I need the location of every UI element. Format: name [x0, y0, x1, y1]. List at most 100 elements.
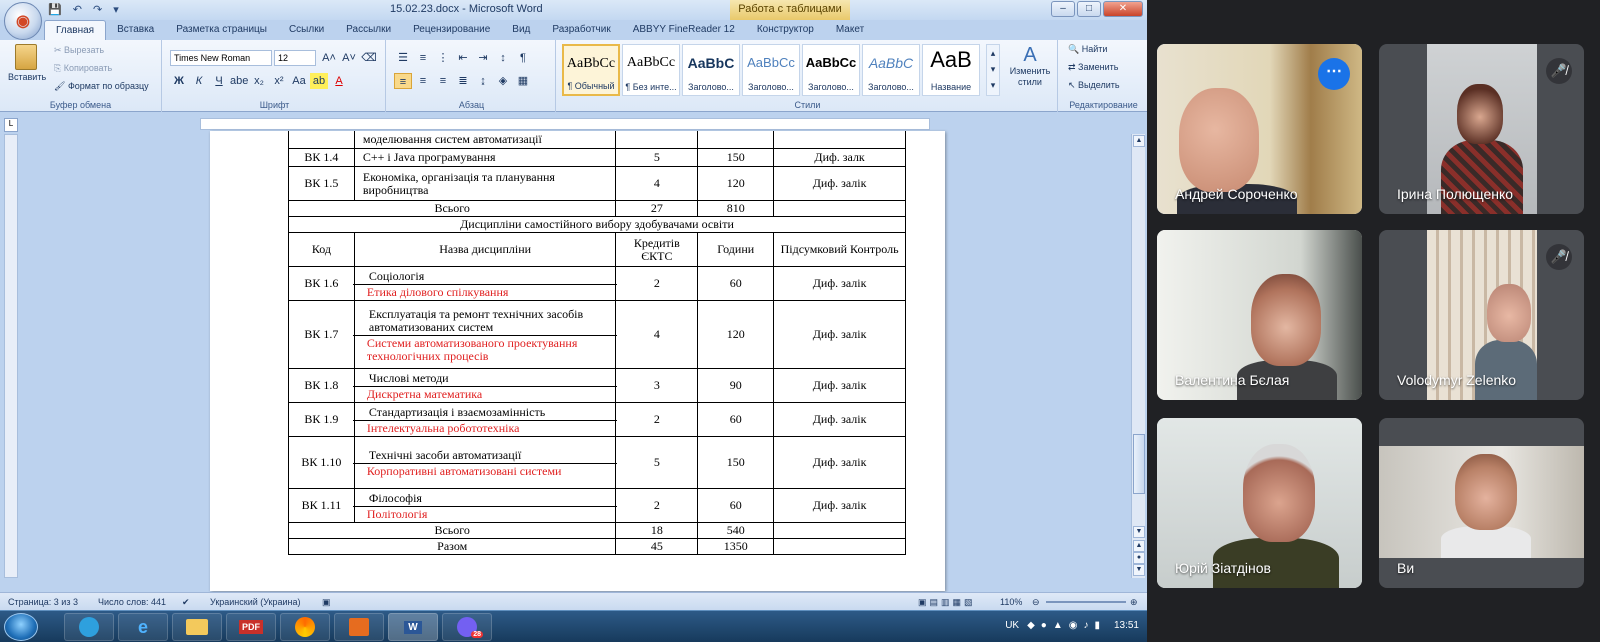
tab-abbyy[interactable]: ABBYY FineReader 12 — [622, 20, 746, 40]
close-button[interactable]: ✕ — [1103, 1, 1143, 17]
zoom-slider[interactable] — [1046, 601, 1126, 603]
participant-tile[interactable]: 🎤̸ Volodymyr Zelenko — [1379, 230, 1584, 400]
tab-home[interactable]: Главная — [44, 20, 107, 40]
taskbar-app-pdf[interactable]: PDF — [226, 613, 276, 641]
clear-format-icon[interactable]: ⌫ — [360, 50, 378, 66]
select-button[interactable]: ↖ Выделить — [1068, 80, 1120, 91]
quick-access-toolbar[interactable]: 💾 ↶ ↷ ▾ — [48, 3, 123, 16]
clock[interactable]: 13:51 — [1114, 620, 1139, 631]
taskbar-app-skype[interactable] — [64, 613, 114, 641]
find-button[interactable]: 🔍 Найти — [1068, 44, 1107, 55]
taskbar-app-explorer[interactable] — [172, 613, 222, 641]
word-count[interactable]: Число слов: 441 — [98, 597, 166, 607]
copy-button[interactable]: ⎘ Копировать — [54, 63, 112, 74]
font-name-combo[interactable]: Times New Roman — [170, 50, 272, 66]
change-styles-button[interactable]: A Изменить стили — [1006, 44, 1054, 88]
borders-icon[interactable]: ▦ — [514, 73, 532, 89]
bold-icon[interactable]: Ж — [170, 73, 188, 89]
cut-button[interactable]: ✂ Вырезать — [54, 45, 104, 56]
browse-object-icon[interactable]: ● — [1133, 552, 1145, 564]
vertical-ruler[interactable] — [4, 134, 18, 578]
shrink-font-icon[interactable]: A˅ — [340, 50, 358, 66]
macro-icon[interactable]: ▣ — [322, 597, 331, 608]
sort-icon[interactable]: ↕ — [494, 50, 512, 66]
zoom-out-icon[interactable]: ⊖ — [1032, 597, 1040, 608]
scroll-up-icon[interactable]: ▲ — [1133, 135, 1145, 147]
grow-font-icon[interactable]: A˄ — [320, 50, 338, 66]
participant-tile[interactable]: Валентина Бєлая — [1157, 230, 1362, 400]
tray-icons[interactable]: ◆●▲◉♪▮ — [1027, 620, 1106, 631]
input-language[interactable]: UK — [1005, 620, 1019, 631]
office-button[interactable]: ◉ — [4, 2, 42, 40]
style-heading-2[interactable]: AaBbCc Заголово... — [742, 44, 800, 96]
pilcrow-icon[interactable]: ¶ — [514, 50, 532, 66]
document-page[interactable]: моделювання систем автоматизації ВК 1.4 … — [210, 131, 945, 591]
subscript-icon[interactable]: x₂ — [250, 73, 268, 89]
minimize-button[interactable]: – — [1051, 1, 1075, 17]
styles-scroll-icon[interactable]: ▴ ▾ ▾ — [986, 44, 1000, 96]
underline-icon[interactable]: Ч — [210, 73, 228, 89]
maximize-button[interactable]: □ — [1077, 1, 1101, 17]
highlight-icon[interactable]: ab — [310, 73, 328, 89]
style-heading-1[interactable]: AaBbC Заголово... — [682, 44, 740, 96]
zoom-level[interactable]: 110% — [1000, 597, 1022, 607]
decrease-indent-icon[interactable]: ⇤ — [454, 50, 472, 66]
tab-stop-selector[interactable]: L — [4, 118, 18, 132]
page-count[interactable]: Страница: 3 из 3 — [8, 597, 78, 607]
replace-button[interactable]: ⇄ Заменить — [1068, 62, 1119, 73]
font-size-combo[interactable]: 12 — [274, 50, 316, 66]
more-options-icon[interactable]: ⋯ — [1318, 58, 1350, 90]
increase-indent-icon[interactable]: ⇥ — [474, 50, 492, 66]
paste-button[interactable]: Вставить — [8, 44, 46, 82]
style-normal[interactable]: AaBbCc ¶ Обычный — [562, 44, 620, 96]
format-painter-button[interactable]: 🖌 Формат по образцу — [54, 81, 149, 92]
taskbar-app-word[interactable]: W — [388, 613, 438, 641]
numbering-icon[interactable]: ≡ — [414, 50, 432, 66]
prev-page-icon[interactable]: ▲ — [1133, 540, 1145, 552]
view-buttons[interactable]: ▣▤▥▦▧ — [918, 597, 976, 608]
align-center-icon[interactable]: ≡ — [414, 73, 432, 89]
scroll-thumb[interactable] — [1133, 434, 1145, 494]
tab-review[interactable]: Рецензирование — [402, 20, 501, 40]
italic-icon[interactable]: К — [190, 73, 208, 89]
tab-references[interactable]: Ссылки — [278, 20, 335, 40]
line-spacing-icon[interactable]: ↨ — [474, 73, 492, 89]
font-color-icon[interactable]: A — [330, 73, 348, 89]
participant-tile[interactable]: Ви — [1379, 418, 1584, 588]
justify-icon[interactable]: ≣ — [454, 73, 472, 89]
tab-design[interactable]: Конструктор — [746, 20, 825, 40]
superscript-icon[interactable]: x² — [270, 73, 288, 89]
language-indicator[interactable]: Украинский (Украина) — [210, 597, 301, 607]
tab-developer[interactable]: Разработчик — [541, 20, 621, 40]
style-heading-3[interactable]: AaBbCc Заголово... — [802, 44, 860, 96]
spellcheck-icon[interactable]: ✔ — [182, 597, 190, 608]
change-case-icon[interactable]: Aa — [290, 73, 308, 89]
start-button[interactable] — [4, 613, 38, 641]
tab-insert[interactable]: Вставка — [106, 20, 165, 40]
strikethrough-icon[interactable]: abe — [230, 73, 248, 89]
participant-tile[interactable]: 🎤̸ Ірина Полющенко — [1379, 44, 1584, 214]
tab-mailings[interactable]: Рассылки — [335, 20, 402, 40]
tab-view[interactable]: Вид — [501, 20, 541, 40]
taskbar-app-ie[interactable]: e — [118, 613, 168, 641]
align-left-icon[interactable]: ≡ — [394, 73, 412, 89]
tab-page-layout[interactable]: Разметка страницы — [165, 20, 278, 40]
bullets-icon[interactable]: ☰ — [394, 50, 412, 66]
tab-layout[interactable]: Макет — [825, 20, 875, 40]
scroll-down-icon[interactable]: ▼ — [1133, 526, 1145, 538]
taskbar-app-powerpoint[interactable] — [334, 613, 384, 641]
style-title[interactable]: AaB Название — [922, 44, 980, 96]
style-no-spacing[interactable]: AaBbCc ¶ Без инте... — [622, 44, 680, 96]
participant-tile[interactable]: Юрій Зіатдінов — [1157, 418, 1362, 588]
vertical-scrollbar[interactable]: ▲ ▼ ▲ ● ▼ — [1131, 134, 1145, 578]
horizontal-ruler[interactable] — [200, 118, 930, 130]
zoom-in-icon[interactable]: ⊕ — [1130, 597, 1138, 608]
align-right-icon[interactable]: ≡ — [434, 73, 452, 89]
next-page-icon[interactable]: ▼ — [1133, 564, 1145, 576]
style-heading-4[interactable]: AaBbC Заголово... — [862, 44, 920, 96]
multilevel-icon[interactable]: ⋮ — [434, 50, 452, 66]
taskbar-app-viber[interactable]: 28 — [442, 613, 492, 641]
participant-tile[interactable]: ⋯ Андрей Сороченко — [1157, 44, 1362, 214]
shading-icon[interactable]: ◈ — [494, 73, 512, 89]
taskbar-app-browser[interactable] — [280, 613, 330, 641]
